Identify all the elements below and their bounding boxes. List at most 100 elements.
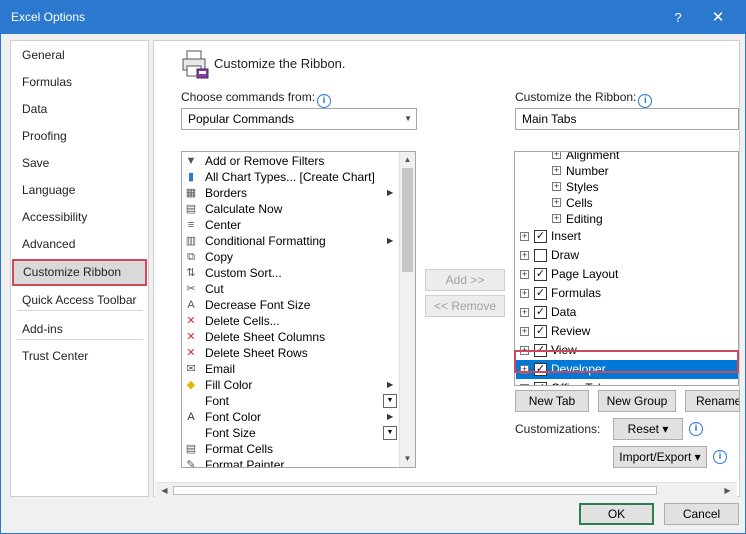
nav-item-advanced[interactable]: Advanced: [12, 231, 147, 258]
tree-item-developer[interactable]: + ✓ Developer: [516, 360, 738, 379]
expand-icon[interactable]: +: [552, 182, 561, 191]
expand-icon[interactable]: +: [520, 327, 529, 336]
import-export-button[interactable]: Import/Export ▾: [613, 446, 707, 468]
command-label: Center: [205, 218, 242, 232]
options-nav: General Formulas Data Proofing Save Language A…: [10, 40, 149, 497]
rename-button[interactable]: Rename...: [685, 390, 740, 412]
help-button[interactable]: ?: [665, 7, 691, 29]
tree-item-cells[interactable]: + Cells: [516, 195, 736, 211]
tree-item-insert[interactable]: + ✓ Insert: [516, 227, 736, 246]
nav-item-language[interactable]: Language: [12, 177, 147, 204]
command-item[interactable]: ▥ Conditional Formatting ▶: [183, 233, 397, 249]
checkbox[interactable]: ✓: [534, 325, 547, 338]
add-button[interactable]: Add >>: [425, 269, 505, 291]
command-item[interactable]: Font Size ▼: [183, 425, 397, 441]
expand-icon[interactable]: +: [520, 346, 529, 355]
expand-icon[interactable]: +: [552, 198, 561, 207]
tree-item-view[interactable]: + ✓ View: [516, 341, 736, 360]
nav-item-proofing[interactable]: Proofing: [12, 123, 147, 150]
expand-icon[interactable]: +: [520, 308, 529, 317]
info-icon[interactable]: i: [638, 94, 653, 108]
tree-item-alignment[interactable]: + Alignment: [516, 152, 736, 163]
checkbox[interactable]: ✓: [534, 230, 547, 243]
command-item[interactable]: A Font Color ▶: [183, 409, 397, 425]
tree-item-formulas[interactable]: + ✓ Formulas: [516, 284, 736, 303]
scroll-down-icon[interactable]: ▼: [400, 451, 415, 466]
command-item[interactable]: ✕ Delete Cells...: [183, 313, 397, 329]
info-icon[interactable]: i: [689, 422, 703, 436]
command-item[interactable]: ✎ Format Painter: [183, 457, 397, 467]
command-item[interactable]: ▮ All Chart Types... [Create Chart]: [183, 169, 397, 185]
expand-icon[interactable]: +: [552, 166, 561, 175]
nav-item-save[interactable]: Save: [12, 150, 147, 177]
commands-scrollbar[interactable]: ▲ ▼: [399, 152, 415, 467]
command-label: Copy: [205, 250, 234, 264]
expand-icon[interactable]: +: [520, 384, 529, 385]
cancel-button[interactable]: Cancel: [664, 503, 739, 525]
info-icon[interactable]: i: [713, 450, 727, 464]
command-item[interactable]: ▤ Calculate Now: [183, 201, 397, 217]
command-item[interactable]: ✕ Delete Sheet Rows: [183, 345, 397, 361]
customize-ribbon-value: Main Tabs: [522, 112, 577, 126]
horizontal-scrollbar[interactable]: ◀ ▶: [155, 482, 737, 497]
tree-item-number[interactable]: + Number: [516, 163, 736, 179]
filter-icon: ▼: [185, 155, 197, 167]
remove-button[interactable]: << Remove: [425, 295, 505, 317]
commands-list[interactable]: ▼ Add or Remove Filters ▮ All Chart Types..…: [181, 151, 416, 468]
scroll-thumb[interactable]: [402, 168, 413, 272]
close-button[interactable]: ✕: [705, 7, 731, 29]
expand-icon[interactable]: +: [520, 365, 529, 374]
customize-ribbon-dropdown[interactable]: Main Tabs: [515, 108, 739, 130]
nav-item-formulas[interactable]: Formulas: [12, 69, 147, 96]
checkbox[interactable]: ✓: [534, 363, 547, 376]
expand-icon[interactable]: +: [520, 232, 529, 241]
command-item[interactable]: ⧉ Copy: [183, 249, 397, 265]
checkbox[interactable]: ✓: [534, 287, 547, 300]
command-item[interactable]: ✉ Email: [183, 361, 397, 377]
expand-icon[interactable]: +: [552, 214, 561, 223]
command-item[interactable]: ✕ Delete Sheet Columns: [183, 329, 397, 345]
checkbox[interactable]: ✓: [534, 306, 547, 319]
choose-commands-dropdown[interactable]: Popular Commands ▼: [181, 108, 417, 130]
expand-icon[interactable]: +: [552, 152, 561, 159]
checkbox[interactable]: ✓: [534, 268, 547, 281]
expand-icon[interactable]: +: [520, 270, 529, 279]
command-item[interactable]: ▤ Format Cells: [183, 441, 397, 457]
tree-item-draw[interactable]: + Draw: [516, 246, 736, 265]
nav-item-data[interactable]: Data: [12, 96, 147, 123]
command-item[interactable]: ≡ Center: [183, 217, 397, 233]
nav-item-general[interactable]: General: [12, 42, 147, 69]
command-item[interactable]: ▦ Borders ▶: [183, 185, 397, 201]
nav-item-trust-center[interactable]: Trust Center: [12, 343, 147, 370]
nav-item-customize-ribbon[interactable]: Customize Ribbon: [12, 259, 147, 286]
reset-button[interactable]: Reset ▾: [613, 418, 683, 440]
command-item[interactable]: A Decrease Font Size: [183, 297, 397, 313]
expand-icon[interactable]: +: [520, 289, 529, 298]
hscroll-thumb[interactable]: [173, 486, 657, 495]
checkbox[interactable]: ✓: [534, 382, 547, 385]
tree-item-styles[interactable]: + Styles: [516, 179, 736, 195]
new-tab-button[interactable]: New Tab: [515, 390, 589, 412]
tree-item-editing[interactable]: + Editing: [516, 211, 736, 227]
scroll-left-icon[interactable]: ◀: [157, 483, 172, 498]
decrease-font-icon: A: [187, 299, 195, 311]
nav-item-accessibility[interactable]: Accessibility: [12, 204, 147, 231]
tree-item-office-tab[interactable]: + ✓ Office Tab: [516, 379, 736, 385]
scroll-up-icon[interactable]: ▲: [400, 152, 415, 167]
command-item[interactable]: ✂ Cut: [183, 281, 397, 297]
tree-item-review[interactable]: + ✓ Review: [516, 322, 736, 341]
scroll-right-icon[interactable]: ▶: [720, 483, 735, 498]
checkbox[interactable]: ✓: [534, 344, 547, 357]
ribbon-tabs-tree[interactable]: + Alignment + Number + Styles + Cells + Editing + ✓…: [514, 151, 739, 386]
new-group-button[interactable]: New Group: [598, 390, 676, 412]
command-item[interactable]: Font ▼: [183, 393, 397, 409]
expand-icon[interactable]: +: [520, 251, 529, 260]
command-item[interactable]: ▼ Add or Remove Filters: [183, 153, 397, 169]
checkbox[interactable]: [534, 249, 547, 262]
ok-button[interactable]: OK: [579, 503, 654, 525]
info-icon[interactable]: i: [317, 94, 332, 108]
tree-item-data[interactable]: + ✓ Data: [516, 303, 736, 322]
tree-item-page-layout[interactable]: + ✓ Page Layout: [516, 265, 736, 284]
command-item[interactable]: ◆ Fill Color ▶: [183, 377, 397, 393]
command-item[interactable]: ⇅ Custom Sort...: [183, 265, 397, 281]
